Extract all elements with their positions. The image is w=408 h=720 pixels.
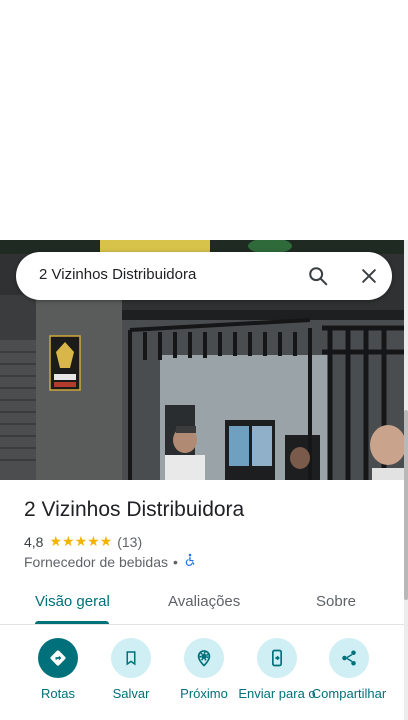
search-bar[interactable]: 2 Vizinhos Distribuidora: [16, 252, 392, 300]
share-icon[interactable]: [329, 638, 369, 678]
share-label: Compartilhar: [311, 686, 387, 701]
star-rating-icon: ★★★★★: [49, 533, 113, 549]
active-tab-indicator: [35, 621, 109, 624]
scrollbar[interactable]: [404, 240, 408, 720]
place-category: Fornecedor de bebidas: [24, 553, 168, 570]
close-icon[interactable]: [355, 262, 383, 290]
separator-dot: •: [173, 553, 178, 570]
send-to-phone-icon[interactable]: [257, 638, 297, 678]
send-to-phone-label: Enviar para o: [238, 686, 316, 701]
action-buttons: Rotas Salvar Próximo Enviar para o Compa…: [0, 638, 404, 720]
nearby-label: Próximo: [180, 686, 228, 701]
rating-row[interactable]: 4,8 ★★★★★ (13): [24, 533, 142, 550]
send-to-phone-button[interactable]: Enviar para o: [237, 638, 317, 701]
search-query-text[interactable]: 2 Vizinhos Distribuidora: [39, 266, 196, 283]
category-row: Fornecedor de bebidas •: [24, 553, 197, 570]
nearby-icon[interactable]: [184, 638, 224, 678]
search-icon[interactable]: [304, 262, 332, 290]
map-blank-area: [0, 0, 408, 240]
tab-reviews[interactable]: Avaliações: [168, 593, 240, 610]
tab-about[interactable]: Sobre: [316, 593, 356, 610]
save-button[interactable]: Salvar: [91, 638, 171, 701]
nearby-button[interactable]: Próximo: [164, 638, 244, 701]
place-title: 2 Vizinhos Distribuidora: [24, 498, 245, 521]
scrollbar-thumb[interactable]: [404, 410, 408, 600]
tab-overview[interactable]: Visão geral: [35, 593, 110, 610]
directions-icon[interactable]: [38, 638, 78, 678]
directions-button[interactable]: Rotas: [18, 638, 98, 701]
rating-value: 4,8: [24, 533, 44, 550]
review-count[interactable]: (13): [117, 534, 142, 550]
share-button[interactable]: Compartilhar: [309, 638, 389, 701]
save-label: Salvar: [112, 686, 150, 701]
wheelchair-icon: [183, 553, 197, 570]
tab-bar: Visão geral Avaliações Sobre: [0, 584, 404, 625]
directions-label: Rotas: [41, 686, 75, 701]
bookmark-icon[interactable]: [111, 638, 151, 678]
